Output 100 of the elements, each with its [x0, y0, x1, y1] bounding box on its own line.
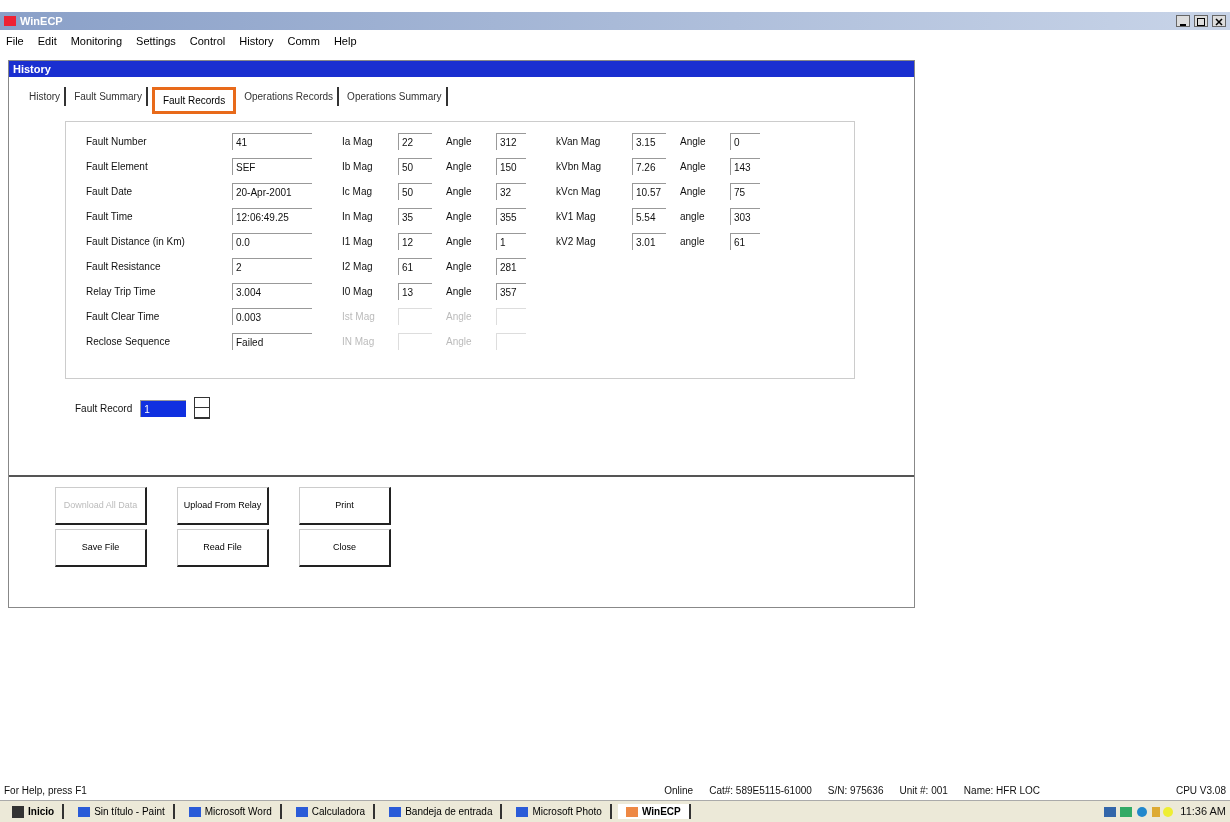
- field-label: kVcn Mag: [556, 185, 602, 199]
- clock: 11:36 AM: [1180, 804, 1226, 820]
- value-field: Failed: [232, 333, 312, 350]
- taskbar-item[interactable]: Microsoft Photo: [508, 804, 612, 819]
- taskbar-item[interactable]: Bandeja de entrada: [381, 804, 503, 819]
- value-field: 7.26: [632, 158, 666, 175]
- value-field: 32: [496, 183, 526, 200]
- value-field: 5.54: [632, 208, 666, 225]
- value-field: 12: [398, 233, 432, 250]
- field-label: Fault Resistance: [86, 260, 162, 274]
- field-label: Fault Record: [75, 401, 133, 416]
- field-label: Ist Mag: [342, 310, 376, 324]
- menu-item[interactable]: File: [6, 32, 24, 50]
- value-field: SEF: [232, 158, 312, 175]
- action-button[interactable]: Close: [299, 529, 391, 567]
- status-pane: Cat#: 589E5115-61000: [709, 783, 812, 798]
- field-label: IN Mag: [342, 335, 376, 349]
- status-text: For Help, press F1: [4, 783, 88, 798]
- minimize-icon: [1180, 23, 1186, 26]
- menu-item[interactable]: History: [239, 32, 274, 50]
- field-label: Ic Mag: [342, 185, 373, 199]
- status-pane: Online: [664, 783, 694, 798]
- menu-item[interactable]: Help: [333, 32, 357, 50]
- field-label: kV2 Mag: [556, 235, 597, 249]
- maximize-button[interactable]: [1194, 15, 1208, 27]
- windows-logo-icon: [12, 805, 24, 818]
- field-label: Angle: [446, 160, 473, 174]
- action-button[interactable]: Upload From Relay: [177, 487, 269, 525]
- start-button[interactable]: Inicio: [4, 804, 65, 819]
- value-field: 150: [496, 158, 526, 175]
- field-label: Fault Element: [86, 160, 149, 174]
- window-icon: [295, 806, 308, 817]
- value-field: 22: [398, 133, 432, 150]
- value-field: 41: [232, 133, 312, 150]
- menu-item[interactable]: Control: [189, 32, 226, 50]
- window-header: History: [9, 61, 914, 77]
- status-pane: S/N: 975636: [827, 783, 884, 798]
- action-button[interactable]: Read File: [177, 529, 269, 567]
- field-label: kVbn Mag: [556, 160, 603, 174]
- tab[interactable]: Fault Records: [151, 87, 237, 114]
- field-label: angle: [680, 235, 706, 249]
- value-field: 0.0: [232, 233, 312, 250]
- value-field: 3.004: [232, 283, 312, 300]
- field-label: I1 Mag: [342, 235, 374, 249]
- window-icon: [78, 806, 91, 817]
- menu-item[interactable]: Comm: [287, 32, 320, 50]
- field-label: Angle: [446, 135, 473, 149]
- tab[interactable]: Fault Summary: [70, 87, 148, 106]
- tab[interactable]: Operations Summary: [343, 87, 448, 106]
- status-pane: CPU V3.08: [1175, 783, 1226, 798]
- field-label: Relay Trip Time: [86, 285, 157, 299]
- field-label: angle: [680, 210, 706, 224]
- value-field: 13: [398, 283, 432, 300]
- field-label: I2 Mag: [342, 260, 374, 274]
- value-field: 10.57: [632, 183, 666, 200]
- value-field: 20-Apr-2001: [232, 183, 312, 200]
- value-field: 61: [730, 233, 760, 250]
- taskbar-item[interactable]: WinECP: [617, 804, 691, 819]
- spin-control[interactable]: [194, 397, 211, 419]
- minimize-button[interactable]: [1176, 15, 1190, 27]
- tab[interactable]: History: [25, 87, 67, 106]
- record-field[interactable]: 1: [140, 399, 187, 417]
- value-field: 357: [496, 283, 526, 300]
- taskbar-item[interactable]: Sin título - Paint: [70, 804, 175, 819]
- action-button[interactable]: Print: [299, 487, 391, 525]
- window-title: WinECP: [20, 13, 63, 29]
- menu-item[interactable]: Settings: [136, 32, 176, 50]
- window-icon: [625, 806, 638, 817]
- taskbar-item[interactable]: Calculadora: [287, 804, 376, 819]
- tray-icons-drawing: [1104, 804, 1175, 819]
- status-pane: Name: HFR LOC: [963, 783, 1040, 798]
- value-field: 1: [496, 233, 526, 250]
- value-field: 303: [730, 208, 760, 225]
- value-field: 355: [496, 208, 526, 225]
- field-label: kV1 Mag: [556, 210, 597, 224]
- taskbar-item[interactable]: Microsoft Word: [180, 804, 282, 819]
- field-label: Ia Mag: [342, 135, 374, 149]
- menu-item[interactable]: Edit: [37, 32, 57, 50]
- field-label: Fault Time: [86, 210, 134, 224]
- action-button[interactable]: Save File: [55, 529, 147, 567]
- tab[interactable]: Operations Records: [240, 87, 340, 106]
- field-label: Reclose Sequence: [86, 335, 171, 349]
- maximize-icon: [1197, 17, 1205, 26]
- value-field: 50: [398, 158, 432, 175]
- status-pane: Unit #: 001: [899, 783, 948, 798]
- value-field: 12:06:49.25: [232, 208, 312, 225]
- value-field: 312: [496, 133, 526, 150]
- field-label: Fault Date: [86, 185, 134, 199]
- value-field: 281: [496, 258, 526, 275]
- field-label: I0 Mag: [342, 285, 374, 299]
- field-label: Angle: [680, 185, 707, 199]
- value-field: 0: [730, 133, 760, 150]
- value-field: 3.15: [632, 133, 666, 150]
- app-icon: [4, 16, 16, 26]
- close-button[interactable]: [1212, 15, 1226, 27]
- window-icon: [516, 806, 529, 817]
- field-label: In Mag: [342, 210, 374, 224]
- menu-item[interactable]: Monitoring: [70, 32, 123, 50]
- field-label: Angle: [446, 260, 473, 274]
- value-field: 2: [232, 258, 312, 275]
